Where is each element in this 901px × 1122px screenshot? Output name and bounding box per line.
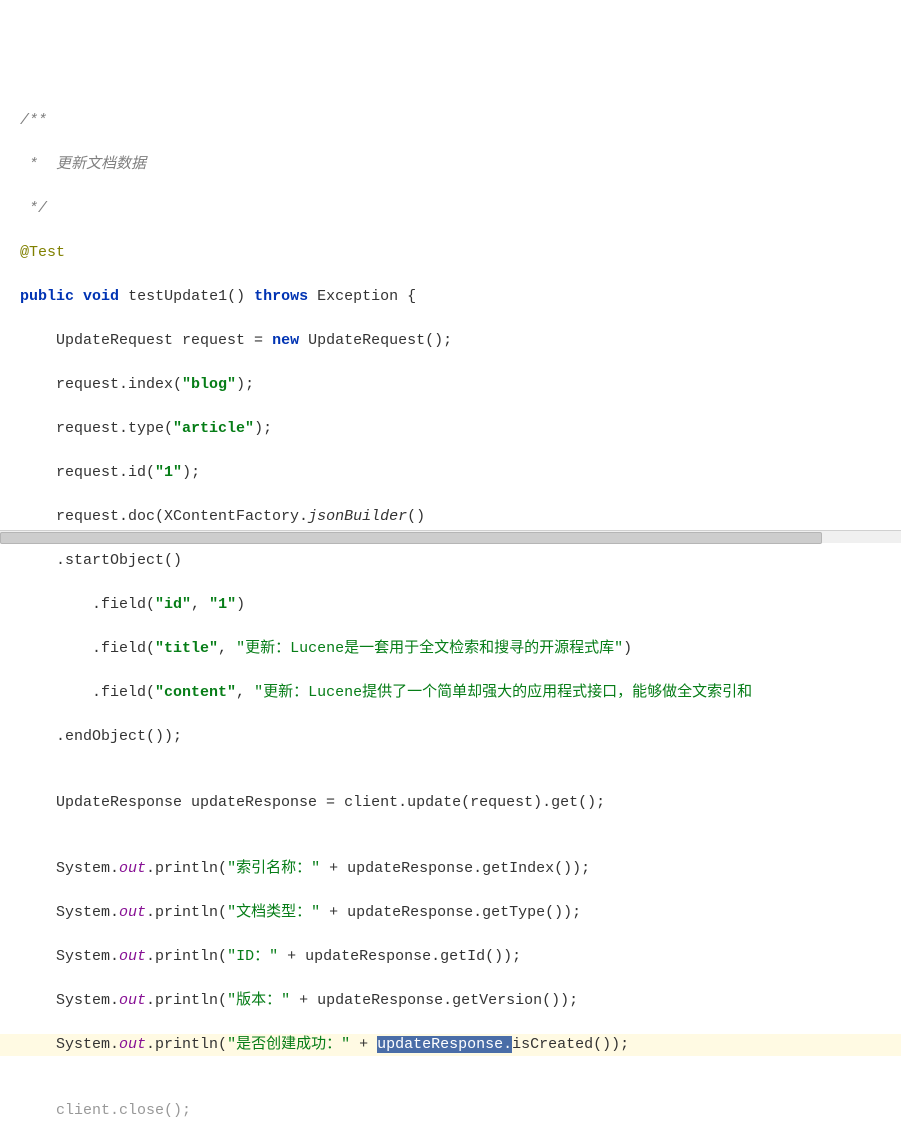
sout5-method: isCreated bbox=[512, 1036, 593, 1053]
sout2-out: out bbox=[119, 904, 146, 921]
sout2-rest: + updateResponse.getType()); bbox=[320, 904, 581, 921]
sout4-str: "版本：" bbox=[227, 992, 290, 1009]
sout1-rest: + updateResponse.getIndex()); bbox=[320, 860, 590, 877]
field-content-a: .field( bbox=[92, 684, 155, 701]
sout1-out: out bbox=[119, 860, 146, 877]
horizontal-scrollbar[interactable] bbox=[0, 530, 901, 543]
sout5-end: ()); bbox=[593, 1036, 629, 1053]
stmt-endobject: .endObject()); bbox=[56, 728, 182, 745]
field-title-b: ) bbox=[623, 640, 632, 657]
selection-updateresponse[interactable]: updateResponse. bbox=[377, 1036, 512, 1053]
sout3-b: .println( bbox=[146, 948, 227, 965]
comment-close: */ bbox=[20, 200, 47, 217]
sout3-rest: + updateResponse.getId()); bbox=[278, 948, 521, 965]
sout5-out: out bbox=[119, 1036, 146, 1053]
var-client: client bbox=[344, 794, 398, 811]
stmt-close-a: client bbox=[56, 1102, 110, 1119]
kw-public: public bbox=[20, 288, 74, 305]
comment-open: /** bbox=[20, 112, 47, 129]
kw-throws: throws bbox=[254, 288, 308, 305]
sout5-b: .println( bbox=[146, 1036, 227, 1053]
stmt-doc-a: request.doc(XContentFactory. bbox=[56, 508, 308, 525]
sout2-str: "文档类型：" bbox=[227, 904, 320, 921]
kw-void: void bbox=[83, 288, 119, 305]
stmt-new-request-a: UpdateRequest request = bbox=[56, 332, 272, 349]
sout3-str: "ID：" bbox=[227, 948, 278, 965]
stmt-response-c: .update(request).get(); bbox=[398, 794, 605, 811]
str-title-key: "title" bbox=[155, 640, 218, 657]
stmt-close-b: .close(); bbox=[110, 1102, 191, 1119]
field-id-c: , bbox=[191, 596, 209, 613]
field-title-a: .field( bbox=[92, 640, 155, 657]
stmt-id-b: ); bbox=[182, 464, 200, 481]
stmt-type-a: request.type( bbox=[56, 420, 173, 437]
sout4-rest: + updateResponse.getVersion()); bbox=[290, 992, 578, 1009]
method-name: testUpdate1() bbox=[128, 288, 245, 305]
stmt-doc-b: () bbox=[407, 508, 425, 525]
sout1-str: "索引名称：" bbox=[227, 860, 320, 877]
stmt-index-a: request.index( bbox=[56, 376, 182, 393]
stmt-index-b: ); bbox=[236, 376, 254, 393]
sout4-out: out bbox=[119, 992, 146, 1009]
field-id-b: ) bbox=[236, 596, 245, 613]
comment-body: * 更新文档数据 bbox=[20, 156, 146, 173]
method-jsonbuilder: jsonBuilder bbox=[308, 508, 407, 525]
sout5-plus: + bbox=[350, 1036, 377, 1053]
sout2-b: .println( bbox=[146, 904, 227, 921]
sout2-a: System. bbox=[56, 904, 119, 921]
kw-new: new bbox=[272, 332, 299, 349]
sout5-str: "是否创建成功：" bbox=[227, 1036, 350, 1053]
str-content-val: "更新：Lucene提供了一个简单却强大的应用程式接口，能够做全文索引和 bbox=[254, 684, 752, 701]
stmt-id-a: request.id( bbox=[56, 464, 155, 481]
stmt-new-request-b: UpdateRequest(); bbox=[299, 332, 452, 349]
str-article: "article" bbox=[173, 420, 254, 437]
sout3-out: out bbox=[119, 948, 146, 965]
str-id-val: "1" bbox=[209, 596, 236, 613]
field-id-a: .field( bbox=[92, 596, 155, 613]
exception-decl: Exception { bbox=[317, 288, 416, 305]
str-blog: "blog" bbox=[182, 376, 236, 393]
sout1-b: .println( bbox=[146, 860, 227, 877]
stmt-response-a: UpdateResponse updateResponse = bbox=[56, 794, 344, 811]
sout5-a: System. bbox=[56, 1036, 119, 1053]
field-content-c: , bbox=[236, 684, 254, 701]
sout3-a: System. bbox=[56, 948, 119, 965]
sout1-a: System. bbox=[56, 860, 119, 877]
stmt-type-b: ); bbox=[254, 420, 272, 437]
str-content-key: "content" bbox=[155, 684, 236, 701]
scrollbar-thumb[interactable] bbox=[0, 532, 822, 544]
code-editor[interactable]: /** * 更新文档数据 */ @Test public void testUp… bbox=[0, 88, 901, 1122]
sout4-a: System. bbox=[56, 992, 119, 1009]
str-1: "1" bbox=[155, 464, 182, 481]
str-id-key: "id" bbox=[155, 596, 191, 613]
str-title-val: "更新：Lucene是一套用于全文检索和搜寻的开源程式库" bbox=[236, 640, 623, 657]
annotation-test: @Test bbox=[20, 244, 65, 261]
field-title-c: , bbox=[218, 640, 236, 657]
sout4-b: .println( bbox=[146, 992, 227, 1009]
